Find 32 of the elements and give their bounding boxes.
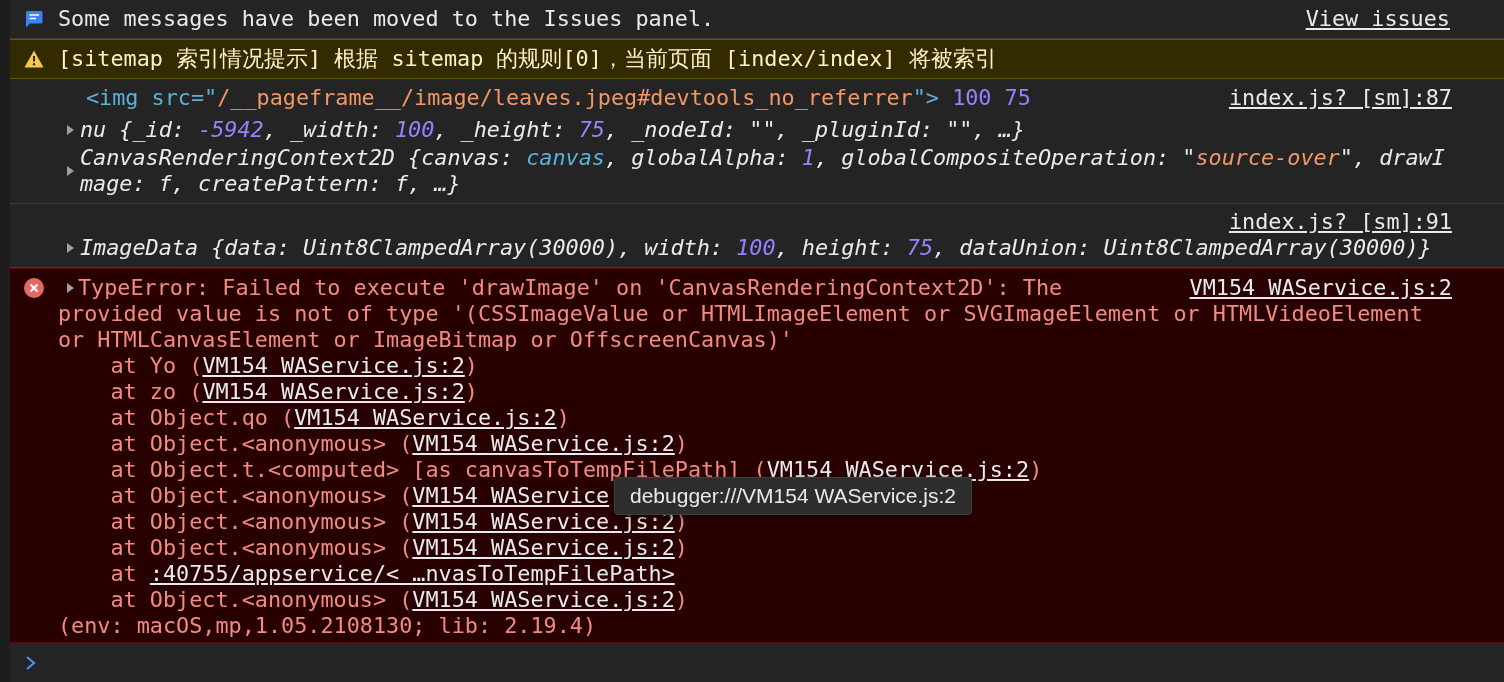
- stack-frame: at Object.<anonymous> (VM154 WAService.js:2): [110, 535, 688, 561]
- stack-frame: at Object.<anonymous> (VM154 WAService.js:2): [110, 587, 688, 613]
- source-link[interactable]: VM154 WAService.js:2: [1189, 275, 1452, 301]
- stack-frame: at Object.<anonymous> (VM154 WAService.js:2): [110, 431, 688, 457]
- source-link[interactable]: index.js? [sm]:91: [1228, 209, 1452, 235]
- stack-link[interactable]: VM154 WAService.js:2: [294, 405, 557, 430]
- stack-frame: at Object.qo (VM154 WAService.js:2): [110, 405, 570, 431]
- stack-link[interactable]: VM154 WAService.js:2: [412, 431, 675, 456]
- stack-frame: at Object.<anonymous> (VM154 WAService: [110, 483, 610, 509]
- stack-frame: at :40755/appservice/< …nvasToTempFilePath>: [110, 561, 675, 587]
- stack-link[interactable]: VM154 WAService.js:2: [412, 535, 675, 560]
- environment-info: (env: macOS,mp,1.05.2108130; lib: 2.19.4): [58, 613, 598, 639]
- message-icon: [24, 9, 44, 29]
- warning-icon: [24, 49, 44, 69]
- stack-link[interactable]: VM154 WAService.js:2: [412, 587, 675, 612]
- object-preview: ImageData {data: Uint8ClampedArray(30000), width: 100, height: 75, dataUnion: Uint8ClampedArray(30000)}: [80, 235, 1433, 261]
- stack-link[interactable]: :40755/appservice/< …nvasToTempFilePath>: [149, 561, 675, 586]
- view-issues-link[interactable]: View issues: [1305, 6, 1450, 32]
- stack-link[interactable]: VM154 WAService: [412, 483, 610, 508]
- stack-link[interactable]: VM154 WAService.js:2: [202, 379, 465, 404]
- prompt-chevron-icon: [24, 654, 38, 671]
- error-icon: [24, 278, 44, 298]
- object-preview: nu {_id: -5942, _width: 100, _height: 75, _nodeId: "", _pluginId: "", …}: [80, 117, 1026, 143]
- object-preview: CanvasRenderingContext2D {canvas: canvas, globalAlpha: 1, globalCompositeOperation: "source-over", drawImage: f, createPattern: f, …}: [80, 145, 1446, 197]
- error-message: TypeError: Failed to execute 'drawImage' on 'CanvasRenderingContext2D': The: [78, 275, 1064, 301]
- source-link[interactable]: index.js? [sm]:87: [1228, 85, 1452, 111]
- stack-frame: at zo (VM154 WAService.js:2): [110, 379, 478, 405]
- log-line: <img src="/__pageframe__/image/leaves.jpeg#devtools_no_referrer"> 100 75: [86, 85, 1031, 111]
- banner-message: Some messages have been moved to the Issues panel.: [58, 6, 716, 32]
- warning-message: [sitemap 索引情况提示] 根据 sitemap 的规则[0]，当前页面 [index/index] 将被索引: [58, 46, 997, 72]
- stack-link[interactable]: VM154 WAService.js:2: [202, 353, 465, 378]
- stack-frame: at Yo (VM154 WAService.js:2): [110, 353, 478, 379]
